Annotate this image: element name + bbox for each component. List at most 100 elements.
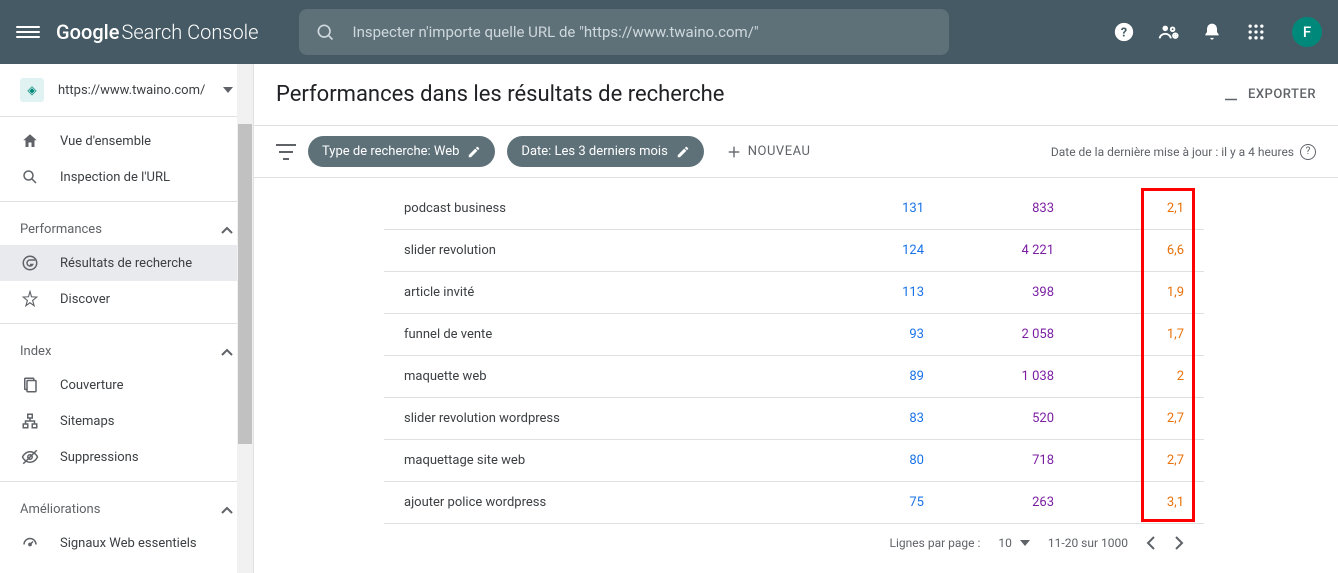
sitemap-icon xyxy=(20,411,40,431)
table-area: podcast business1318332,1slider revoluti… xyxy=(254,178,1338,573)
property-url: https://www.twaino.com/ xyxy=(58,83,209,98)
people-icon[interactable] xyxy=(1156,20,1180,44)
sidebar-item-removals[interactable]: Suppressions xyxy=(0,439,253,475)
url-inspect-search[interactable]: Inspecter n'importe quelle URL de "https… xyxy=(299,9,949,55)
filter-chip-search-type[interactable]: Type de recherche: Web xyxy=(308,136,495,167)
sidebar-item-coverage[interactable]: Couverture xyxy=(0,367,253,403)
cell-impressions: 718 xyxy=(924,453,1054,468)
cell-query: podcast business xyxy=(404,201,794,216)
avatar[interactable]: F xyxy=(1292,17,1322,47)
cell-clicks: 93 xyxy=(794,327,924,342)
prev-page-button[interactable] xyxy=(1146,536,1156,550)
sidebar-item-label: Suppressions xyxy=(60,450,139,465)
main-content: Performances dans les résultats de reche… xyxy=(254,64,1338,573)
cell-impressions: 520 xyxy=(924,411,1054,426)
filter-icon[interactable] xyxy=(276,142,296,162)
logo-google: Google xyxy=(56,20,119,44)
sidebar-section-enhancements[interactable]: Améliorations xyxy=(0,488,253,525)
pages-icon xyxy=(20,375,40,395)
cell-clicks: 83 xyxy=(794,411,924,426)
menu-icon[interactable] xyxy=(16,20,40,44)
help-icon[interactable]: ? xyxy=(1112,20,1136,44)
cell-clicks: 89 xyxy=(794,369,924,384)
sidebar-item-label: Couverture xyxy=(60,378,123,393)
download-icon xyxy=(1222,86,1240,104)
app-logo: Google Search Console xyxy=(56,20,259,44)
sidebar-section-performances[interactable]: Performances xyxy=(0,208,253,245)
cell-clicks: 113 xyxy=(794,285,924,300)
cell-query: slider revolution wordpress xyxy=(404,411,794,426)
table-row[interactable]: slider revolution wordpress835202,7 xyxy=(384,398,1204,440)
pencil-icon xyxy=(676,145,690,159)
cell-query: article invité xyxy=(404,285,794,300)
sidebar-item-core-web-vitals[interactable]: Signaux Web essentiels xyxy=(0,525,253,561)
svg-text:?: ? xyxy=(1121,26,1127,41)
last-update-text: Date de la dernière mise à jour : il y a… xyxy=(1051,144,1316,160)
table-row[interactable]: maquette web891 0382 xyxy=(384,356,1204,398)
cell-query: maquettage site web xyxy=(404,453,794,468)
sidebar-item-label: Résultats de recherche xyxy=(60,256,192,271)
sidebar-item-search-results[interactable]: Résultats de recherche xyxy=(0,245,253,281)
cell-position: 2 xyxy=(1054,369,1184,384)
sidebar-item-label: Discover xyxy=(60,292,110,307)
bell-icon[interactable] xyxy=(1200,20,1224,44)
page-header: Performances dans les résultats de reche… xyxy=(254,64,1338,125)
cell-impressions: 833 xyxy=(924,201,1054,216)
caret-down-icon xyxy=(223,87,233,93)
cell-impressions: 398 xyxy=(924,285,1054,300)
rows-per-page-select[interactable]: 10 xyxy=(998,536,1030,550)
export-button[interactable]: EXPORTER xyxy=(1222,86,1316,104)
cell-query: funnel de vente xyxy=(404,327,794,342)
sidebar-item-label: Vue d'ensemble xyxy=(60,134,151,149)
filter-bar: Type de recherche: Web Date: Les 3 derni… xyxy=(254,125,1338,178)
sidebar-item-overview[interactable]: Vue d'ensemble xyxy=(0,123,253,159)
search-icon xyxy=(315,22,335,42)
logo-search-console: Search Console xyxy=(121,20,258,44)
cell-position: 2,1 xyxy=(1054,201,1184,216)
cell-clicks: 131 xyxy=(794,201,924,216)
cell-clicks: 124 xyxy=(794,243,924,258)
info-icon[interactable]: ? xyxy=(1300,144,1316,160)
apps-icon[interactable] xyxy=(1244,20,1268,44)
table-row[interactable]: maquettage site web807182,7 xyxy=(384,440,1204,482)
cell-query: ajouter police wordpress xyxy=(404,495,794,510)
search-icon xyxy=(20,167,40,187)
cell-position: 2,7 xyxy=(1054,411,1184,426)
sidebar-section-index[interactable]: Index xyxy=(0,330,253,367)
cell-clicks: 75 xyxy=(794,495,924,510)
star-icon xyxy=(20,289,40,309)
chevron-up-icon xyxy=(221,348,233,356)
cell-query: slider revolution xyxy=(404,243,794,258)
cell-impressions: 4 221 xyxy=(924,243,1054,258)
next-page-button[interactable] xyxy=(1174,536,1184,550)
pagination-range: 11-20 sur 1000 xyxy=(1048,536,1128,550)
cell-impressions: 1 038 xyxy=(924,369,1054,384)
plus-icon xyxy=(726,144,742,160)
cell-position: 1,7 xyxy=(1054,327,1184,342)
sidebar-item-label: Inspection de l'URL xyxy=(60,170,170,185)
rows-per-page-label: Lignes par page : xyxy=(890,536,981,550)
cell-position: 3,1 xyxy=(1054,495,1184,510)
speed-icon xyxy=(20,533,40,553)
property-selector[interactable]: ◈ https://www.twaino.com/ xyxy=(0,64,253,116)
cell-position: 2,7 xyxy=(1054,453,1184,468)
table-row[interactable]: ajouter police wordpress752633,1 xyxy=(384,482,1204,524)
table-row[interactable]: slider revolution1244 2216,6 xyxy=(384,230,1204,272)
eye-off-icon xyxy=(20,447,40,467)
table-row[interactable]: article invité1133981,9 xyxy=(384,272,1204,314)
search-placeholder: Inspecter n'importe quelle URL de "https… xyxy=(353,23,759,41)
sidebar-item-discover[interactable]: Discover xyxy=(0,281,253,317)
home-icon xyxy=(20,131,40,151)
sidebar-item-url-inspection[interactable]: Inspection de l'URL xyxy=(0,159,253,195)
table-row[interactable]: podcast business1318332,1 xyxy=(384,188,1204,230)
cell-impressions: 263 xyxy=(924,495,1054,510)
table-row[interactable]: funnel de vente932 0581,7 xyxy=(384,314,1204,356)
add-filter-button[interactable]: NOUVEAU xyxy=(716,144,821,160)
sidebar-item-sitemaps[interactable]: Sitemaps xyxy=(0,403,253,439)
app-header: Google Search Console Inspecter n'import… xyxy=(0,0,1338,64)
sidebar-scrollbar[interactable] xyxy=(237,64,253,573)
page-title: Performances dans les résultats de reche… xyxy=(276,82,724,107)
filter-chip-date[interactable]: Date: Les 3 derniers mois xyxy=(507,136,703,167)
queries-table: podcast business1318332,1slider revoluti… xyxy=(384,188,1204,524)
property-icon: ◈ xyxy=(20,78,44,102)
